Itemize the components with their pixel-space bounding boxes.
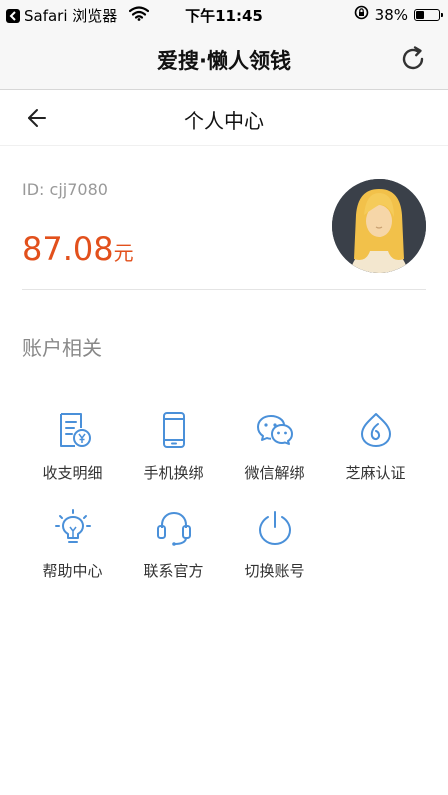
menu-label: 收支明细 (42, 464, 103, 482)
menu-item-switch-account[interactable]: 切换账号 (224, 508, 325, 581)
menu-label: 手机换绑 (143, 464, 204, 482)
menu-label: 帮助中心 (42, 562, 103, 580)
menu-item-contact-official[interactable]: 联系官方 (123, 508, 224, 581)
page-title: 个人中心 (184, 109, 264, 133)
battery-icon (414, 8, 443, 21)
receipt-yen-icon (53, 410, 93, 450)
refresh-icon (402, 46, 424, 70)
avatar-image (332, 179, 426, 273)
menu-label: 微信解绑 (244, 464, 305, 482)
menu-label: 芝麻认证 (345, 464, 406, 482)
avatar[interactable] (332, 179, 426, 273)
balance-amount: 87.08 (22, 230, 114, 268)
battery-cap (441, 12, 443, 17)
sesame-icon (356, 410, 396, 450)
menu-item-phone-rebind[interactable]: 手机换绑 (123, 410, 224, 483)
rotation-lock-icon (354, 5, 369, 24)
menu-label: 联系官方 (143, 562, 204, 580)
status-right: 38% (354, 5, 443, 24)
menu-item-help-center[interactable]: 帮助中心 (22, 508, 123, 581)
balance: 87.08元 (22, 230, 134, 268)
balance-unit: 元 (113, 241, 134, 265)
menu-label: 切换账号 (244, 562, 305, 580)
page-header: 个人中心 (0, 90, 448, 146)
section-title: 账户相关 (22, 336, 102, 360)
status-bar: Safari 浏览器 下午11:45 38% (0, 0, 448, 30)
power-icon (255, 508, 295, 548)
menu-item-wechat-unbind[interactable]: 微信解绑 (224, 410, 325, 483)
menu-item-sesame-auth[interactable]: 芝麻认证 (325, 410, 426, 483)
browser-title: 爱搜·懒人领钱 (157, 49, 291, 73)
phone-icon (154, 410, 194, 450)
user-id: ID: cjj7080 (22, 180, 108, 199)
menu-item-transactions[interactable]: 收支明细 (22, 410, 123, 483)
profile-card: ID: cjj7080 87.08元 (22, 146, 426, 290)
browser-title-bar: 爱搜·懒人领钱 (0, 30, 448, 90)
headset-icon (154, 508, 194, 548)
battery-percent: 38% (374, 5, 408, 24)
lightbulb-icon (53, 508, 93, 548)
battery-fill (416, 10, 424, 19)
wechat-icon (255, 410, 295, 450)
refresh-button[interactable] (398, 44, 428, 74)
